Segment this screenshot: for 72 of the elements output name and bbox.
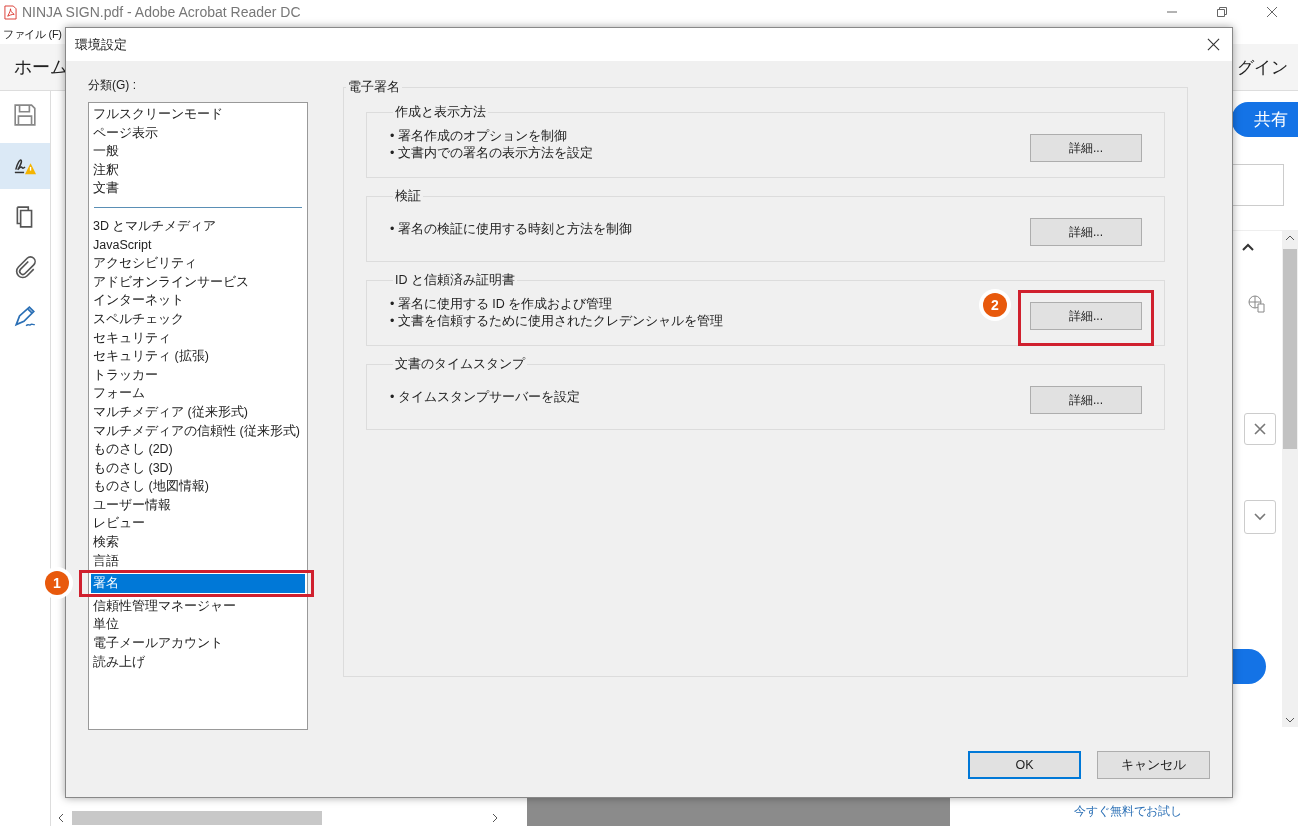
pdf-file-icon: [4, 4, 17, 20]
dialog-title: 環境設定: [75, 35, 127, 54]
category-item[interactable]: セキュリティ (拡張): [91, 347, 305, 366]
details-button[interactable]: 詳細...: [1030, 386, 1142, 414]
share-button[interactable]: 共有: [1232, 102, 1298, 137]
category-item[interactable]: アドビオンラインサービス: [91, 272, 305, 292]
description-text: • 署名の検証に使用する時刻と方法を制御: [390, 220, 632, 238]
category-item[interactable]: トラッカー: [91, 365, 305, 385]
category-item[interactable]: 3D とマルチメディア: [91, 216, 305, 236]
save-icon[interactable]: [13, 103, 37, 127]
category-label: 分類(G) :: [88, 77, 137, 94]
description-text: • タイムスタンプサーバーを設定: [390, 388, 580, 406]
paperclip-icon[interactable]: [13, 255, 37, 279]
category-item[interactable]: 信頼性管理マネージャー: [91, 596, 305, 616]
category-item[interactable]: ユーザー情報: [91, 495, 305, 515]
category-item[interactable]: 署名: [91, 574, 305, 593]
category-item[interactable]: インターネット: [91, 291, 305, 310]
category-item[interactable]: JavaScript: [91, 235, 305, 255]
details-button[interactable]: 詳細...: [1030, 302, 1142, 330]
category-item[interactable]: ものさし (3D): [91, 458, 305, 478]
scrollbar[interactable]: [58, 810, 498, 826]
details-button[interactable]: 詳細...: [1030, 134, 1142, 162]
category-item[interactable]: 言語: [91, 551, 305, 571]
category-item[interactable]: 注釈: [91, 160, 305, 180]
category-item[interactable]: 読み上げ: [91, 652, 305, 672]
description-text: • 署名に使用する ID を作成および管理: [390, 296, 614, 313]
scroll-right-icon[interactable]: [492, 813, 498, 823]
category-item[interactable]: 検索: [91, 533, 305, 552]
category-item[interactable]: セキュリティ: [91, 328, 305, 348]
category-item[interactable]: 単位: [91, 615, 305, 635]
close-icon: [1254, 423, 1266, 435]
scrollbar[interactable]: [1282, 231, 1298, 727]
menu-item[interactable]: ファイル (F): [3, 26, 62, 42]
description-text: • 文書内での署名の表示方法を設定: [390, 145, 593, 162]
close-icon[interactable]: [1207, 38, 1220, 51]
description-text: • 署名作成のオプションを制御: [390, 128, 568, 145]
category-item[interactable]: 電子メールアカウント: [91, 634, 305, 653]
category-item[interactable]: フルスクリーンモード: [91, 105, 305, 124]
category-item[interactable]: ページ表示: [91, 123, 305, 143]
dialog-button[interactable]: キャンセル: [1097, 751, 1210, 779]
category-item[interactable]: フォーム: [91, 384, 305, 403]
scroll-up-icon[interactable]: [1285, 235, 1295, 241]
category-item[interactable]: スペルチェック: [91, 309, 305, 329]
category-item[interactable]: ものさし (地図情報): [91, 477, 305, 496]
group-title: ID と信頼済み証明書: [394, 272, 516, 289]
category-item[interactable]: 文書: [91, 179, 305, 198]
category-item[interactable]: ものさし (2D): [91, 440, 305, 459]
group-title: 作成と表示方法: [394, 104, 487, 121]
category-item[interactable]: 一般: [91, 142, 305, 161]
chevron-down-icon: [1254, 513, 1266, 521]
group-title: 電子署名: [347, 79, 401, 96]
category-item[interactable]: レビュー: [91, 514, 305, 534]
restore-icon[interactable]: [1216, 6, 1228, 18]
globe-document-icon[interactable]: [1248, 295, 1266, 313]
dialog-button[interactable]: OK: [968, 751, 1081, 779]
window-title: NINJA SIGN.pdf - Adobe Acrobat Reader DC: [22, 4, 301, 20]
chevron-up-icon[interactable]: [1242, 243, 1254, 251]
close-icon[interactable]: [1266, 6, 1278, 18]
scroll-down-icon[interactable]: [1285, 717, 1295, 723]
category-item[interactable]: マルチメディアの信頼性 (従来形式): [91, 421, 305, 441]
group-title: 文書のタイムスタンプ: [394, 356, 527, 373]
category-item[interactable]: マルチメディア (従来形式): [91, 402, 305, 422]
step-badge: 1: [45, 571, 69, 596]
description-text: • 文書を信頼するために使用されたクレデンシャルを管理: [390, 313, 723, 330]
category-item[interactable]: アクセシビリティ: [91, 254, 305, 273]
group-title: 検証: [394, 188, 422, 205]
login-link[interactable]: グイン: [1237, 55, 1288, 79]
trial-link[interactable]: 今すぐ無料でお試し: [1074, 803, 1182, 820]
scroll-left-icon[interactable]: [58, 813, 64, 823]
pen-signature-icon[interactable]: [13, 305, 37, 329]
step-badge: 2: [983, 293, 1007, 317]
details-button[interactable]: 詳細...: [1030, 218, 1142, 246]
